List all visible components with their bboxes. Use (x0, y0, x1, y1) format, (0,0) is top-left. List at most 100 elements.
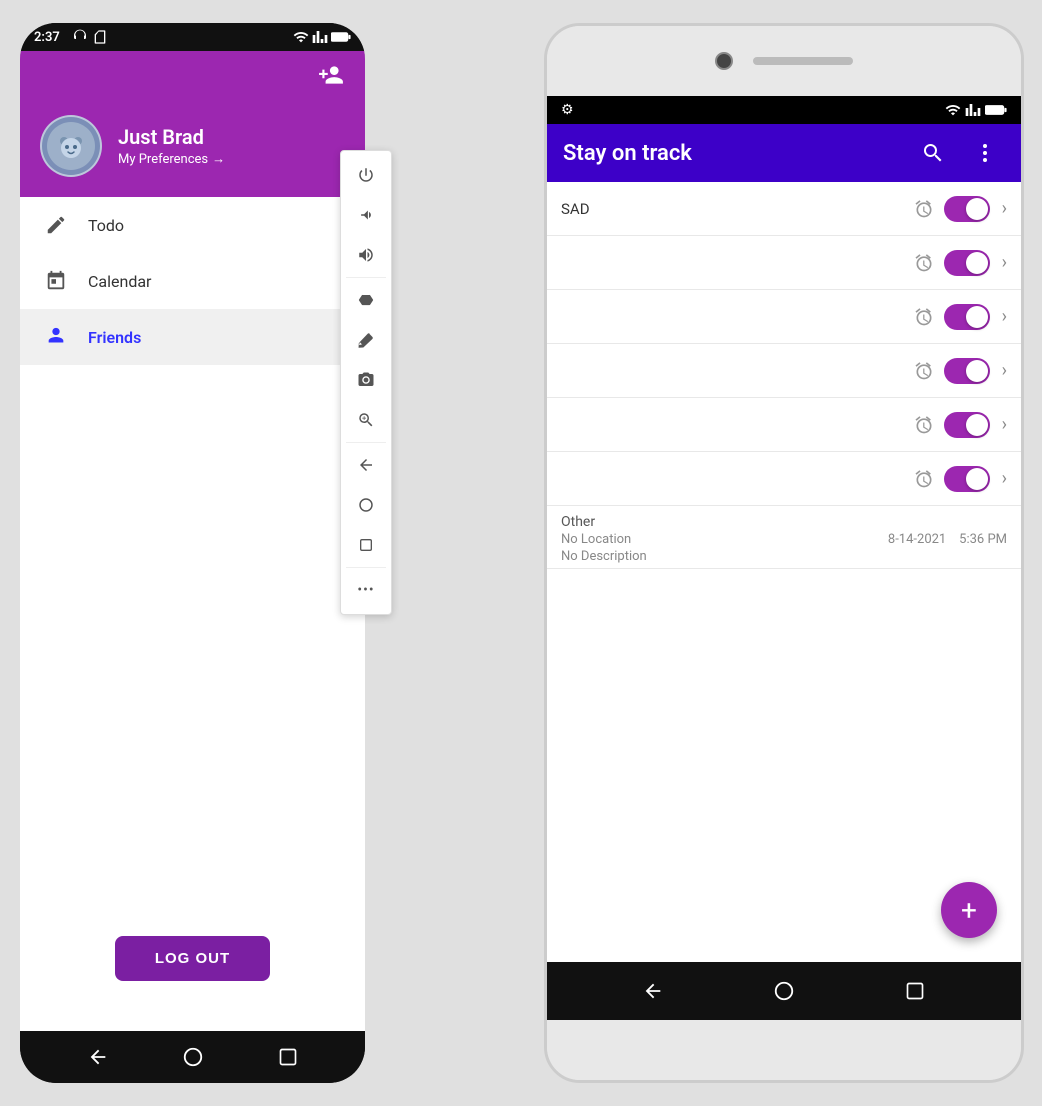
camera-button[interactable] (344, 360, 388, 400)
volume-up-button[interactable] (344, 235, 388, 275)
list-item[interactable]: › (547, 344, 1021, 398)
fab-button[interactable]: + (941, 882, 997, 938)
right-wifi-icon (945, 102, 961, 118)
circle-nav-button[interactable] (344, 485, 388, 525)
search-button[interactable] (913, 133, 953, 173)
alarm-icon (914, 199, 934, 219)
sidebar-item-todo[interactable]: Todo (20, 197, 365, 253)
avatar (40, 115, 102, 177)
tag-button[interactable] (344, 280, 388, 320)
list-item[interactable]: › (547, 236, 1021, 290)
left-app-header (20, 51, 365, 99)
left-phone: 2:37 (20, 23, 365, 1083)
avatar-image (47, 122, 95, 170)
todo-label: Todo (88, 216, 124, 235)
volume-down-button[interactable] (344, 195, 388, 235)
right-back-button[interactable] (641, 979, 665, 1003)
person-add-icon (318, 62, 344, 88)
toggle-2[interactable] (944, 250, 990, 276)
status-time: 2:37 (34, 30, 60, 45)
nav-list: Todo Calendar Friends (20, 197, 365, 896)
chevron-4[interactable]: › (1002, 360, 1007, 381)
friends-icon (44, 325, 68, 349)
chevron-info[interactable]: › (1002, 468, 1007, 489)
sidebar-item-calendar[interactable]: Calendar (20, 253, 365, 309)
toggle-1[interactable] (944, 196, 990, 222)
right-phone: ⚙ Stay on track (544, 23, 1024, 1083)
list-item[interactable]: SAD › (547, 182, 1021, 236)
profile-preferences[interactable]: My Preferences → (118, 151, 225, 167)
power-button[interactable] (344, 155, 388, 195)
right-recents-button[interactable] (903, 979, 927, 1003)
category-label: Other (561, 514, 1007, 530)
alarm-icon-2 (914, 253, 934, 273)
profile-info: Just Brad My Preferences → (118, 125, 225, 167)
zoom-button[interactable] (344, 400, 388, 440)
item-label-1: SAD (561, 200, 904, 218)
right-status-bar: ⚙ (547, 96, 1021, 124)
left-status-bar: 2:37 (20, 23, 365, 51)
alarm-icon-info (914, 469, 934, 489)
friends-label: Friends (88, 328, 141, 347)
back-button[interactable] (86, 1045, 110, 1069)
location-label: No Location (561, 532, 631, 547)
toolbar-divider-3 (346, 567, 386, 568)
right-app-header: Stay on track (547, 124, 1021, 182)
calendar-icon (44, 269, 68, 293)
alarm-icon-3 (914, 307, 934, 327)
logout-button[interactable]: LOG OUT (115, 936, 270, 981)
info-list-row[interactable]: › (547, 452, 1021, 506)
battery-icon (331, 30, 351, 44)
wifi-icon (293, 29, 309, 45)
camera-area (547, 26, 1021, 96)
add-friend-button[interactable] (311, 55, 351, 95)
right-home-button[interactable] (772, 979, 796, 1003)
meta-line: No Location 8-14-2021 5:36 PM (561, 532, 1007, 547)
profile-section: Just Brad My Preferences → (20, 99, 365, 197)
toolbar: ••• (340, 150, 392, 615)
logout-area: LOG OUT (20, 896, 365, 1031)
items-list: SAD › › (547, 182, 1021, 862)
calendar-label: Calendar (88, 272, 151, 291)
home-button[interactable] (181, 1045, 205, 1069)
back-nav-button[interactable] (344, 445, 388, 485)
chevron-1[interactable]: › (1002, 198, 1007, 219)
square-nav-button[interactable] (344, 525, 388, 565)
right-battery-icon (985, 103, 1007, 117)
toolbar-divider-1 (346, 277, 386, 278)
sidebar-item-friends[interactable]: Friends (20, 309, 365, 365)
right-bottom-chassis (547, 1020, 1021, 1080)
eraser-button[interactable] (344, 320, 388, 360)
chevron-2[interactable]: › (1002, 252, 1007, 273)
alarm-icon-5 (914, 415, 934, 435)
right-signal-icon (965, 102, 981, 118)
left-nav-bar (20, 1031, 365, 1083)
speaker-bar (753, 57, 853, 65)
more-tools-button[interactable]: ••• (344, 570, 388, 610)
description-label: No Description (561, 549, 1007, 564)
recents-button[interactable] (276, 1045, 300, 1069)
right-nav-bar (547, 962, 1021, 1020)
left-app-screen: Just Brad My Preferences → Todo (20, 51, 365, 1031)
chevron-5[interactable]: › (1002, 414, 1007, 435)
right-app-screen: ⚙ Stay on track (547, 96, 1021, 962)
chevron-3[interactable]: › (1002, 306, 1007, 327)
fab-area: + (547, 862, 1021, 962)
toolbar-divider-2 (346, 442, 386, 443)
right-status-icons (293, 29, 351, 45)
alarm-icon-4 (914, 361, 934, 381)
toggle-info[interactable] (944, 466, 990, 492)
toggle-3[interactable] (944, 304, 990, 330)
signal-icon (312, 29, 328, 45)
list-item[interactable]: › (547, 290, 1021, 344)
list-item[interactable]: › (547, 398, 1021, 452)
sim-icon (92, 29, 108, 45)
toggle-5[interactable] (944, 412, 990, 438)
toggle-4[interactable] (944, 358, 990, 384)
pencil-icon (44, 213, 68, 237)
headset-icon (72, 29, 88, 45)
status-icons (72, 29, 108, 45)
info-section: Other No Location 8-14-2021 5:36 PM No D… (547, 506, 1021, 569)
front-camera (715, 52, 733, 70)
more-options-button[interactable] (965, 133, 1005, 173)
